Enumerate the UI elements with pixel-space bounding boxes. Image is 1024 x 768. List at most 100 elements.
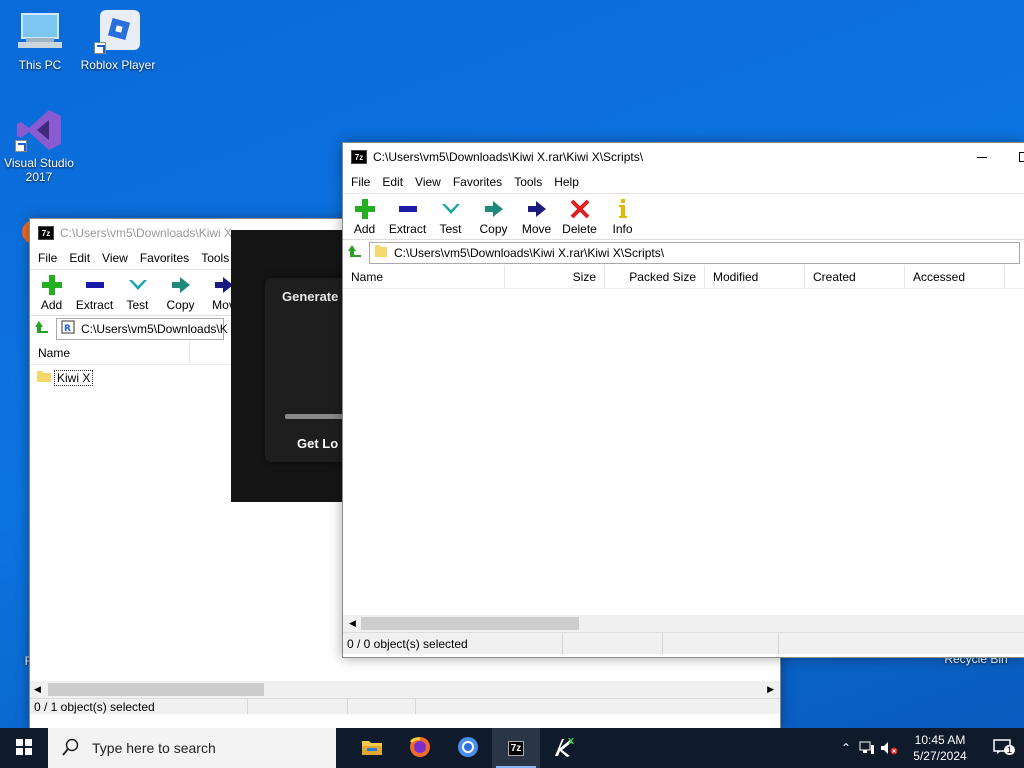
check-chevron-icon	[439, 198, 463, 220]
taskbar-file-explorer[interactable]	[348, 728, 396, 768]
extract-button[interactable]: Extract	[386, 198, 429, 236]
move-button[interactable]: Move	[515, 198, 558, 236]
menu-help[interactable]: Help	[548, 175, 585, 189]
taskbar: Type here to search 7z X ⌃ 10:45 AM 5/27…	[0, 728, 1024, 768]
window-titlebar[interactable]: 7z C:\Users\vm5\Downloads\Kiwi X.rar\Kiw…	[343, 143, 1024, 171]
svg-text:R: R	[64, 324, 71, 334]
move-arrow-icon	[525, 198, 549, 220]
dark-popup-window[interactable]: Generate Get Lo	[231, 230, 355, 502]
tool-label: Copy	[479, 222, 508, 236]
clock-time: 10:45 AM	[914, 733, 966, 747]
status-text: 0 / 0 object(s) selected	[343, 633, 563, 654]
maximize-icon[interactable]	[1019, 152, 1024, 162]
menu-view[interactable]: View	[96, 251, 134, 265]
front-7zip-window[interactable]: 7z C:\Users\vm5\Downloads\Kiwi X.rar\Kiw…	[342, 142, 1024, 658]
copy-button[interactable]: Copy	[159, 274, 202, 312]
search-icon	[62, 738, 80, 759]
menu-file[interactable]: File	[345, 175, 376, 189]
test-button[interactable]: Test	[429, 198, 472, 236]
menu-bar: File Edit View Favorites Tools Help	[343, 171, 1024, 193]
shortcut-arrow-icon	[94, 42, 106, 54]
status-cell	[248, 699, 348, 714]
taskbar-search-box[interactable]: Type here to search	[48, 728, 336, 768]
status-bar: 0 / 0 object(s) selected	[343, 632, 1024, 654]
network-icon[interactable]	[856, 741, 878, 755]
column-name[interactable]: Name	[30, 341, 190, 364]
copy-arrow-icon	[482, 198, 506, 220]
copy-button[interactable]: Copy	[472, 198, 515, 236]
info-icon	[611, 198, 635, 220]
menu-tools[interactable]: Tools	[195, 251, 235, 265]
tool-label: Extract	[75, 298, 114, 312]
show-hidden-icons-button[interactable]: ⌃	[836, 741, 856, 755]
up-folder-icon[interactable]	[347, 243, 363, 262]
scrollbar-thumb[interactable]	[48, 683, 264, 696]
column-packed-size[interactable]: Packed Size	[605, 265, 705, 288]
firefox-icon	[409, 736, 431, 761]
desktop-icon-visual-studio[interactable]: Visual Studio 2017	[0, 108, 78, 184]
menu-edit[interactable]: Edit	[63, 251, 96, 265]
up-folder-icon[interactable]	[34, 319, 50, 338]
minimize-icon[interactable]	[977, 147, 991, 167]
file-list	[343, 289, 1024, 615]
column-size[interactable]: Size	[505, 265, 605, 288]
copy-arrow-icon	[169, 274, 193, 296]
path-field[interactable]: C:\Users\vm5\Downloads\Kiwi X.rar\Kiwi X…	[369, 241, 1020, 264]
path-text: C:\Users\vm5\Downloads\K	[81, 321, 228, 336]
extract-button[interactable]: Extract	[73, 274, 116, 312]
column-created[interactable]: Created	[805, 265, 905, 288]
plus-icon	[353, 198, 377, 220]
menu-view[interactable]: View	[409, 175, 447, 189]
tool-label: Delete	[562, 222, 597, 236]
taskbar-kiwi-x[interactable]: X	[540, 728, 588, 768]
horizontal-scrollbar[interactable]: ◀	[343, 615, 1024, 632]
toolbar: Add Extract Test Copy Move Delete Info	[343, 193, 1024, 239]
status-cell	[348, 699, 416, 714]
taskbar-7zip[interactable]: 7z	[492, 728, 540, 768]
path-text: C:\Users\vm5\Downloads\Kiwi X.rar\Kiwi X…	[394, 245, 665, 260]
tool-label: Move	[521, 222, 552, 236]
desktop-icon-this-pc[interactable]: This PC	[0, 10, 80, 72]
scroll-left-icon[interactable]: ◀	[34, 684, 41, 695]
folder-icon	[36, 369, 52, 386]
menu-favorites[interactable]: Favorites	[447, 175, 508, 189]
7zip-icon: 7z	[351, 150, 367, 164]
test-button[interactable]: Test	[116, 274, 159, 312]
volume-muted-icon[interactable]	[878, 741, 900, 755]
column-name[interactable]: Name	[343, 265, 505, 288]
action-center-button[interactable]: 1	[980, 738, 1024, 758]
windows-logo-icon	[16, 738, 32, 758]
scroll-right-icon[interactable]: ▶	[767, 684, 774, 695]
add-button[interactable]: Add	[30, 274, 73, 312]
visual-studio-icon	[15, 108, 63, 152]
scroll-left-icon[interactable]: ◀	[349, 618, 356, 629]
path-field[interactable]: R C:\Users\vm5\Downloads\K	[56, 317, 228, 340]
info-button[interactable]: Info	[601, 198, 644, 236]
clock[interactable]: 10:45 AM 5/27/2024	[900, 732, 980, 764]
start-button[interactable]	[0, 728, 48, 768]
menu-tools[interactable]: Tools	[508, 175, 548, 189]
file-list-header: Name Size Packed Size Modified Created A…	[343, 265, 1024, 289]
window-title: C:\Users\vm5\Downloads\Kiwi X	[60, 226, 233, 240]
menu-favorites[interactable]: Favorites	[134, 251, 195, 265]
minus-icon	[396, 198, 420, 220]
desktop-icon-roblox-player[interactable]: Roblox Player	[78, 10, 158, 72]
desktop-icon-label: Roblox Player	[80, 58, 156, 72]
file-explorer-icon	[361, 738, 383, 759]
add-button[interactable]: Add	[343, 198, 386, 236]
computer-icon	[16, 10, 64, 54]
taskbar-firefox[interactable]	[396, 728, 444, 768]
column-accessed[interactable]: Accessed	[905, 265, 1005, 288]
address-bar: C:\Users\vm5\Downloads\Kiwi X.rar\Kiwi X…	[343, 239, 1024, 265]
delete-button[interactable]: Delete	[558, 198, 601, 236]
menu-edit[interactable]: Edit	[376, 175, 409, 189]
delete-x-icon	[568, 198, 592, 220]
check-chevron-icon	[126, 274, 150, 296]
tool-label: Test	[439, 222, 462, 236]
menu-file[interactable]: File	[32, 251, 63, 265]
column-modified[interactable]: Modified	[705, 265, 805, 288]
get-logs-button[interactable]: Get Lo	[297, 436, 338, 451]
scrollbar-thumb[interactable]	[361, 617, 579, 630]
taskbar-chrome[interactable]	[444, 728, 492, 768]
horizontal-scrollbar[interactable]: ◀ ▶	[30, 681, 780, 698]
